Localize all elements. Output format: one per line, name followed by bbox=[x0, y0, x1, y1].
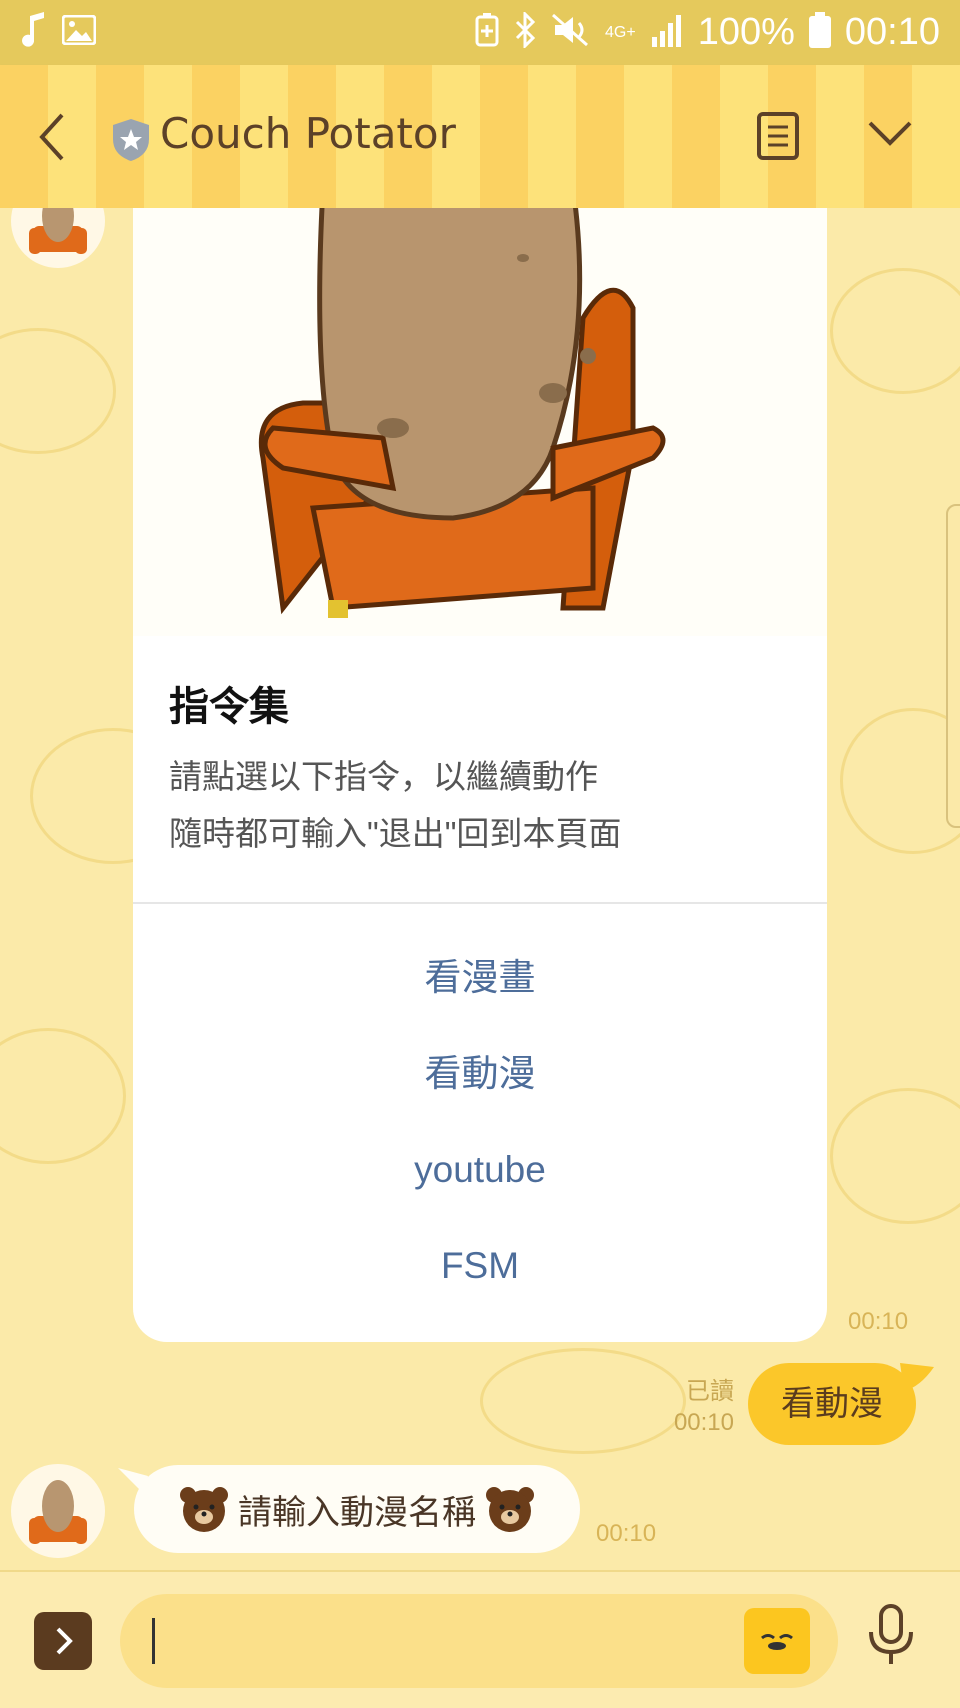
bot-message-text: 請輸入動漫名稱 bbox=[238, 1493, 476, 1532]
action-watch-anime[interactable]: 看動漫 bbox=[133, 1034, 827, 1114]
read-receipt: 已讀 00:10 bbox=[660, 1376, 734, 1438]
bot-avatar[interactable] bbox=[11, 208, 105, 268]
menu-toggle-button[interactable] bbox=[866, 119, 914, 154]
my-message-bubble[interactable]: 看動漫 bbox=[748, 1363, 916, 1445]
battery-percent: 100% bbox=[697, 11, 795, 53]
bluetooth-icon bbox=[513, 10, 537, 53]
card-description-line: 隨時都可輸入"退出"回到本頁面 bbox=[169, 815, 622, 852]
bubble-tail bbox=[900, 1363, 934, 1391]
background-doodle bbox=[830, 268, 960, 394]
bear-face-icon bbox=[180, 1487, 228, 1532]
action-fsm[interactable]: FSM bbox=[133, 1226, 827, 1306]
voice-input-button[interactable] bbox=[866, 1604, 916, 1673]
message-time: 00:10 bbox=[673, 1409, 734, 1436]
bot-message-bubble[interactable]: 請輸入動漫名稱 bbox=[134, 1465, 580, 1553]
background-doodle bbox=[0, 328, 116, 454]
chat-area[interactable]: 指令集 請點選以下指令，以繼續動作 隨時都可輸入"退出"回到本頁面 看漫畫 看動… bbox=[0, 208, 960, 1570]
couch-potato-icon bbox=[29, 1480, 87, 1544]
battery-saver-icon bbox=[475, 13, 499, 52]
expand-menu-button[interactable] bbox=[34, 1612, 92, 1670]
microphone-icon bbox=[869, 1604, 913, 1664]
background-doodle bbox=[830, 1088, 960, 1224]
couch-potato-image bbox=[133, 208, 827, 636]
sticker-face-icon bbox=[761, 1634, 793, 1650]
music-note-icon bbox=[20, 12, 48, 53]
note-list-icon bbox=[757, 112, 799, 160]
vibrate-mute-icon bbox=[551, 13, 591, 52]
gallery-icon bbox=[61, 14, 97, 50]
command-card: 指令集 請點選以下指令，以繼續動作 隨時都可輸入"退出"回到本頁面 看漫畫 看動… bbox=[133, 208, 827, 1342]
sticker-button[interactable] bbox=[744, 1608, 810, 1674]
background-doodle bbox=[480, 1348, 686, 1454]
card-title: 指令集 bbox=[169, 685, 289, 729]
action-youtube[interactable]: youtube bbox=[133, 1130, 827, 1210]
card-description-line: 請點選以下指令，以繼續動作 bbox=[169, 758, 598, 795]
chat-header: Couch Potator bbox=[0, 65, 960, 208]
message-time: 00:10 bbox=[848, 1308, 909, 1335]
back-button[interactable] bbox=[32, 107, 72, 167]
couch-potato-icon bbox=[29, 208, 87, 254]
input-bar bbox=[0, 1570, 960, 1708]
battery-icon bbox=[808, 12, 831, 53]
card-description: 請點選以下指令，以繼續動作 隨時都可輸入"退出"回到本頁面 bbox=[169, 748, 621, 862]
signal-icon bbox=[650, 13, 684, 52]
chevron-left-icon bbox=[39, 113, 64, 161]
chat-title: Couch Potator bbox=[160, 109, 456, 158]
text-cursor bbox=[152, 1618, 155, 1664]
background-doodle bbox=[0, 1028, 126, 1164]
bot-avatar[interactable] bbox=[11, 1464, 105, 1558]
background-doodle bbox=[840, 708, 960, 854]
bear-face-icon bbox=[486, 1487, 534, 1532]
side-scroll-handle[interactable] bbox=[946, 504, 960, 828]
status-bar: 4G+ 100% 00:10 bbox=[0, 0, 960, 65]
card-divider bbox=[133, 902, 827, 904]
message-time: 00:10 bbox=[596, 1520, 657, 1547]
message-input[interactable] bbox=[120, 1594, 838, 1688]
chevron-down-icon bbox=[868, 121, 912, 146]
network-type: 4G+ bbox=[605, 23, 636, 41]
shield-star-icon bbox=[110, 117, 152, 168]
clock: 00:10 bbox=[844, 11, 940, 53]
action-read-comics[interactable]: 看漫畫 bbox=[133, 938, 827, 1018]
chevron-right-icon bbox=[56, 1627, 73, 1655]
read-label: 已讀 bbox=[686, 1378, 734, 1405]
notes-button[interactable] bbox=[756, 111, 800, 166]
